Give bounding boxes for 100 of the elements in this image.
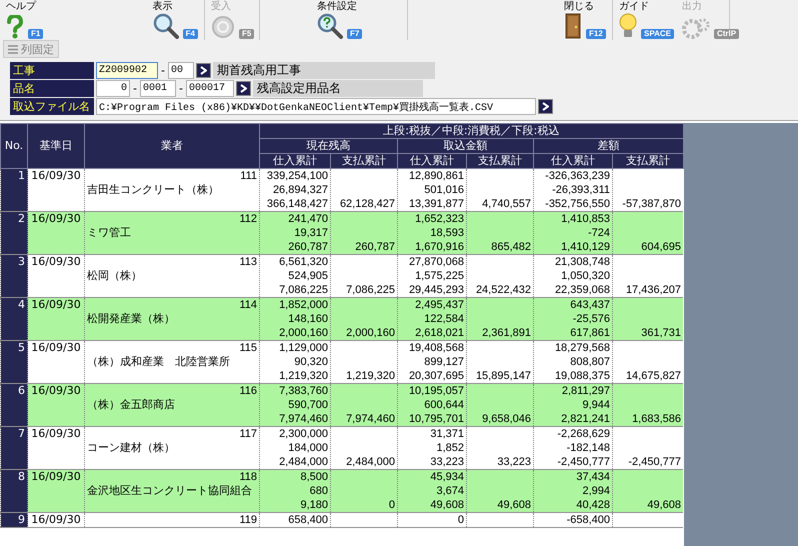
amount-value: 7,383,760 [278,384,328,398]
amount-value: 1,652,323 [414,212,464,226]
amount-value: 21,308,748 [554,255,610,269]
vendor-code: 117 [238,427,257,441]
shortcut-key-badge: F12 [586,29,606,39]
amount-value: 2,484,000 [345,455,395,469]
amount-value: 4,740,557 [481,197,531,211]
amount-value: 501,016 [423,183,464,197]
amount-value: 590,700 [287,398,328,412]
door-icon [564,13,582,39]
lookup-button[interactable] [236,81,251,96]
amount-value: 865,482 [490,240,531,254]
table-row[interactable]: 7 16/09/30 117 コーン建材（株） 2,300,000 184,000 2,484,000 2,484,000 31,371 1,852 33,223 33,223 -2,268,629 -182,148 -2,450,777 -2,450,777 [0,426,683,470]
vendor-code: 114 [238,298,257,312]
vendor-code: 116 [238,384,257,398]
table-row[interactable]: 8 16/09/30 118 金沢地区生コンクリート協同組合 8,500 680 9,180 0 45,934 3,674 49,608 49,608 37,434 2,994 40,428 49,608 [0,470,683,512]
amount-value: 680 [308,484,328,498]
input-field[interactable]: 000017 [186,80,234,97]
table-row[interactable]: 5 16/09/30 115 （株）成和産業 北陸営業所 1,129,000 90,320 1,219,320 1,219,320 19,408,568 899,127 20,307,695 15,895,147 18,279,568 808,807 19,088,375 14,675,827 [0,340,683,384]
date-cell: 16/09/30 [30,298,82,312]
vendor-name: 松開発産業（株） [87,312,176,326]
date-cell: 16/09/30 [30,212,82,226]
row-number: 2 [17,212,25,226]
amount-value: 2,000,160 [278,326,328,340]
column-group-header: 現在残高 [260,138,398,154]
table-row[interactable]: 2 16/09/30 112 ミワ管工 241,470 19,317 260,787 260,787 1,652,323 18,593 1,670,916 865,482 1,410,853 -724 1,410,129 604,695 [0,212,683,254]
row-number: 3 [17,255,25,269]
amount-value: 366,148,427 [266,197,328,211]
toolbar-button[interactable]: 条件設定 F7 [315,0,364,40]
amount-value: 31,371 [429,427,464,441]
amount-value: 1,410,129 [560,240,610,254]
table-row[interactable]: 9 16/09/30 119 658,400 0 -658,400 [0,512,683,528]
column-group-header: 取込金額 [398,138,534,154]
input-field[interactable]: 0001 [140,80,176,97]
table-row[interactable]: 4 16/09/30 114 松開発産業（株） 1,852,000 148,160 2,000,160 2,000,160 2,495,437 122,584 2,618,021 2,361,891 643,437 -25,576 617,861 361,731 [0,298,683,340]
amount-value: 13,391,877 [408,197,464,211]
amount-value: -2,450,777 [627,455,681,469]
amount-value: 1,852 [435,441,464,455]
toolbar-button[interactable]: 閉じる F12 [562,0,608,40]
lookup-button[interactable] [196,63,211,78]
amount-value: 3,674 [435,484,464,498]
input-field[interactable]: Z2009902 [96,62,158,79]
amount-value: 18,279,568 [554,341,610,355]
date-cell: 16/09/30 [30,169,82,183]
amount-value: 45,934 [429,470,464,484]
amount-value: 2,495,437 [414,298,464,312]
amount-value: 14,675,827 [624,369,681,383]
toolbar-button[interactable]: 表示 F4 [150,0,200,40]
input-field[interactable]: C:¥Program Files (x86)¥KD¥¥DotGenkaNEOClient¥Temp¥買掛残高一覧表.CSV [96,98,536,115]
amount-value: 1,129,000 [278,341,328,355]
amount-value: 1,852,000 [278,298,328,312]
table-row[interactable]: 1 16/09/30 111 吉田生コンクリート（株） 339,254,100 26,894,327 366,148,427 62,128,427 12,890,861 501,016 13,391,877 4,740,557 -326,363,239 -26,393,311 -352,756,550 -57,387,870 [0,168,683,212]
table-row[interactable]: 3 16/09/30 113 松岡（株） 6,561,320 524,905 7,086,225 7,086,225 27,870,068 1,575,225 29,445,293 24,522,432 21,308,748 1,050,320 22,359,068 17,436,207 [0,254,683,298]
date-cell: 16/09/30 [30,470,82,484]
amount-value: 7,086,225 [278,283,328,297]
input-field[interactable]: 00 [168,62,194,79]
row-number: 5 [17,341,25,355]
row-number: 1 [17,169,25,183]
input-field[interactable]: 0 [96,80,130,97]
vendor-name: （株）成和産業 北陸営業所 [87,355,231,369]
shortcut-key-badge: F5 [239,29,254,39]
column-group-header: 差額 [534,138,683,154]
amount-value: 20,307,695 [408,369,464,383]
amount-value: -57,387,870 [621,197,681,211]
toolbar-button[interactable]: ヘルプ F1 [4,0,46,40]
amount-value: 7,974,460 [278,412,328,426]
table-row[interactable]: 6 16/09/30 116 （株）金五郎商店 7,383,760 590,700 7,974,460 7,974,460 10,195,057 600,644 10,795,701 9,658,046 2,811,297 9,944 2,821,241 1,683,586 [0,384,683,426]
row-number: 6 [17,384,25,398]
amount-value: 62,128,427 [338,197,395,211]
column-header: 仕入累計 [534,154,612,168]
toolbar-button[interactable]: ガイド SPACE [617,0,676,40]
amount-value: 27,870,068 [408,255,464,269]
lookup-button[interactable] [538,99,553,114]
amount-value: -724 [586,226,610,240]
chevron-right-icon [240,84,247,93]
amount-value: 17,436,207 [624,283,681,297]
column-header: 支払累計 [466,154,534,168]
name-display-field: 期首残高用工事 [212,62,435,79]
name-display-field: 残高設定用品名 [252,80,423,97]
amount-value: 12,890,861 [408,169,464,183]
date-cell: 16/09/30 [30,513,82,527]
light-bulb-icon [619,13,637,39]
amount-value: 19,317 [293,226,328,240]
amount-value: -25,576 [572,312,610,326]
vendor-code: 115 [238,341,257,355]
amount-value: 148,160 [287,312,328,326]
column-header: 仕入累計 [398,154,466,168]
amount-value: 260,787 [354,240,395,254]
shortcut-key-badge: F1 [28,29,44,39]
amount-value: -26,393,311 [551,183,610,197]
vendor-name: 松岡（株） [87,269,143,283]
amount-value: 260,787 [287,240,328,254]
amount-value: 339,254,100 [266,169,328,183]
amount-value: 9,944 [581,398,610,412]
amount-value: 808,807 [569,355,610,369]
shortcut-key-badge: F4 [182,29,198,39]
amount-value: 49,608 [429,498,464,512]
date-cell: 16/09/30 [30,255,82,269]
amount-value: 1,575,225 [414,269,464,283]
vendor-name: 金沢地区生コンクリート協同組合 [87,484,253,498]
